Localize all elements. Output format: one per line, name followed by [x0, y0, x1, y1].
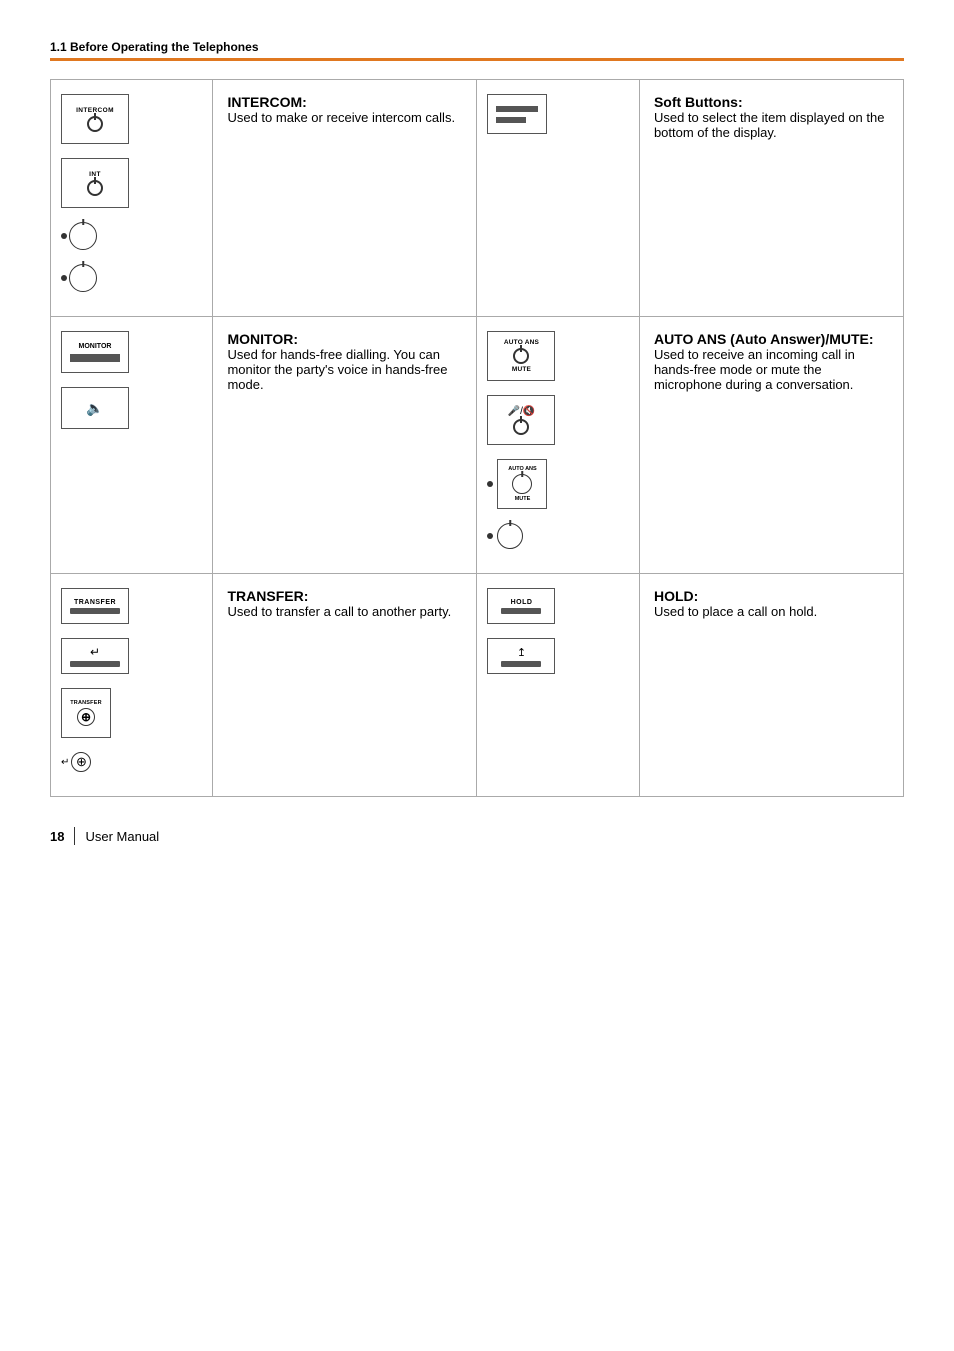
- speaker-icon: 🔈: [86, 400, 103, 417]
- transfer-line-2: [70, 661, 120, 667]
- hold-desc-col: HOLD: Used to place a call on hold.: [639, 574, 903, 797]
- transfer-circ-icon: ⊕: [77, 708, 95, 726]
- monitor-icons: MONITOR 🔈: [61, 331, 202, 439]
- auto-ans-circle-3: [512, 474, 532, 494]
- monitor-icons-col: MONITOR 🔈: [51, 317, 213, 574]
- auto-ans-icons-col: AUTO ANS MUTE 🎤/🔇 AUTO ANS: [477, 317, 639, 574]
- transfer-arrow-sm-icon: ↵: [61, 757, 69, 768]
- transfer-icons: TRANSFER ↵ TRANSFER ⊕ ↵: [61, 588, 202, 782]
- hold-icon-1: HOLD: [487, 588, 555, 624]
- auto-ans-inner-3: AUTO ANS MUTE: [497, 459, 547, 509]
- transfer-icon-2: ↵: [61, 638, 129, 674]
- intercom-icon-1: INTERCOM: [61, 94, 129, 144]
- section-heading: 1.1 Before Operating the Telephones: [50, 40, 904, 54]
- transfer-icons-col: TRANSFER ↵ TRANSFER ⊕ ↵: [51, 574, 213, 797]
- hold-icon-2: ↥: [487, 638, 555, 674]
- auto-ans-icon-3: AUTO ANS MUTE: [487, 459, 628, 509]
- transfer-circ-label: TRANSFER: [70, 700, 102, 706]
- table-row: INTERCOM INT: [51, 80, 904, 317]
- soft-btn-desc: Used to select the item displayed on the…: [654, 110, 885, 140]
- hold-label-1: HOLD: [511, 599, 533, 606]
- monitor-term: MONITOR: [227, 331, 293, 347]
- intercom-icon-2: INT: [61, 158, 129, 208]
- transfer-desc-col: TRANSFER: Used to transfer a call to ano…: [213, 574, 477, 797]
- orange-divider: [50, 58, 904, 61]
- circle-icon-2: [69, 264, 97, 292]
- auto-ans-icon-2: 🎤/🔇: [487, 395, 555, 445]
- intercom-desc-col: INTERCOM: Used to make or receive interc…: [213, 80, 477, 317]
- auto-ans-inner-label-bottom: MUTE: [515, 496, 531, 502]
- transfer-term: TRANSFER: [227, 588, 303, 604]
- auto-ans-power-icon: [513, 348, 529, 364]
- intercom-icon-4: [61, 264, 202, 292]
- content-table: INTERCOM INT: [50, 79, 904, 797]
- monitor-label-1: MONITOR: [79, 343, 112, 350]
- transfer-icon-4: ↵ ⊕: [61, 752, 202, 772]
- transfer-icon-1: TRANSFER: [61, 588, 129, 624]
- hold-term: HOLD: [654, 588, 694, 604]
- auto-ans-icons: AUTO ANS MUTE 🎤/🔇 AUTO ANS: [487, 331, 628, 559]
- dot-icon-2: [61, 275, 67, 281]
- monitor-desc-col: MONITOR: Used for hands-free dialling. Y…: [213, 317, 477, 574]
- transfer-colon: :: [304, 588, 309, 604]
- footer-text: User Manual: [85, 829, 159, 844]
- monitor-desc: Used for hands-free dialling. You can mo…: [227, 347, 447, 392]
- power-icon-1: [87, 116, 103, 132]
- hold-desc: Used to place a call on hold.: [654, 604, 817, 619]
- hold-icons-col: HOLD ↥: [477, 574, 639, 797]
- soft-btn-icons-col: [477, 80, 639, 317]
- monitor-bar-1: [70, 354, 120, 362]
- soft-btn-line-1: [496, 106, 538, 112]
- auto-ans-icon-1: AUTO ANS MUTE: [487, 331, 555, 381]
- table-row: MONITOR 🔈 MONITOR: Used for hands-free d…: [51, 317, 904, 574]
- dot-icon-3: [487, 481, 493, 487]
- dot-icon-1: [61, 233, 67, 239]
- hold-arrow-icon: ↥: [517, 646, 526, 659]
- transfer-line-1: [70, 608, 120, 614]
- transfer-desc: Used to transfer a call to another party…: [227, 604, 451, 619]
- transfer-arrow-icon: ↵: [90, 645, 100, 659]
- page-footer: 18 User Manual: [50, 827, 904, 845]
- auto-ans-icon-4: [487, 523, 628, 549]
- monitor-icon-2: 🔈: [61, 387, 129, 429]
- hold-arrow-line: [501, 661, 541, 667]
- soft-btn-colon: :: [738, 94, 743, 110]
- auto-ans-colon: :: [869, 331, 874, 347]
- table-row: TRANSFER ↵ TRANSFER ⊕ ↵: [51, 574, 904, 797]
- auto-ans-term: AUTO ANS (Auto Answer)/MUTE: [654, 331, 869, 347]
- intercom-term: INTERCOM: [227, 94, 302, 110]
- footer-divider: [74, 827, 75, 845]
- auto-ans-desc-col: AUTO ANS (Auto Answer)/MUTE: Used to rec…: [639, 317, 903, 574]
- auto-ans-circle-4: [497, 523, 523, 549]
- auto-ans-label-bottom: MUTE: [512, 366, 531, 373]
- hold-colon: :: [694, 588, 699, 604]
- soft-btn-line-2: [496, 117, 525, 123]
- page-number: 18: [50, 829, 64, 844]
- soft-btn-icon: [487, 94, 547, 134]
- intercom-icons-col: INTERCOM INT: [51, 80, 213, 317]
- transfer-small-circle: ⊕: [71, 752, 91, 772]
- intercom-desc: Used to make or receive intercom calls.: [227, 110, 455, 125]
- soft-btn-term: Soft Buttons: [654, 94, 738, 110]
- intercom-colon: :: [302, 94, 307, 110]
- page-container: 1.1 Before Operating the Telephones INTE…: [0, 0, 954, 885]
- hold-icons: HOLD ↥: [487, 588, 628, 684]
- intercom-icon-3: [61, 222, 202, 250]
- circle-icon-1: [69, 222, 97, 250]
- auto-ans-power-icon-2: [513, 419, 529, 435]
- monitor-icon-1: MONITOR: [61, 331, 129, 373]
- power-icon-2: [87, 180, 103, 196]
- monitor-colon: :: [293, 331, 298, 347]
- dot-icon-4: [487, 533, 493, 539]
- soft-btn-desc-col: Soft Buttons: Used to select the item di…: [639, 80, 903, 317]
- transfer-label-1: TRANSFER: [74, 599, 116, 606]
- intercom-icons: INTERCOM INT: [61, 94, 202, 302]
- transfer-icon-3: TRANSFER ⊕: [61, 688, 111, 738]
- hold-line-1: [501, 608, 541, 614]
- auto-ans-desc: Used to receive an incoming call in hand…: [654, 347, 855, 392]
